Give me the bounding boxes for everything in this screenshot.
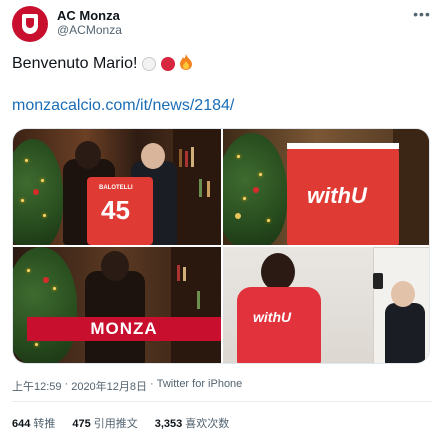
light <box>43 214 46 217</box>
jersey-name-text: BALOTELLI <box>99 185 133 191</box>
player-jersey: withU <box>237 287 321 363</box>
player-head <box>101 251 129 281</box>
quote-count: 475 <box>72 418 91 430</box>
tweet-source[interactable]: Twitter for iPhone <box>157 378 243 394</box>
like-label: 喜欢次数 <box>185 418 230 430</box>
book <box>179 149 182 167</box>
quote-tweets-stat[interactable]: 475 引用推文 <box>72 415 137 431</box>
photo-1[interactable]: BALOTELLI 45 <box>13 129 221 245</box>
light <box>267 219 270 222</box>
fire-emoji-icon <box>179 54 193 73</box>
divider <box>12 401 432 402</box>
light <box>237 155 240 158</box>
book <box>199 179 202 197</box>
jersey-number-text: 45 <box>101 195 130 225</box>
white-circle-emoji-icon <box>142 56 157 71</box>
book <box>183 267 186 281</box>
sponsor-text: withU <box>253 309 292 325</box>
bookshelf <box>173 129 221 245</box>
scarf-text: MONZA <box>90 319 158 338</box>
jersey-45: BALOTELLI 45 <box>87 177 153 245</box>
quote-label: 引用推文 <box>93 418 138 430</box>
photo-4[interactable]: withU <box>223 247 429 363</box>
light <box>41 179 44 182</box>
president-head <box>141 143 165 169</box>
tweet-text-content: Benvenuto Mario! <box>12 54 138 72</box>
light <box>27 269 30 272</box>
collar <box>287 143 399 149</box>
tweet-time[interactable]: 上午12:59 <box>12 378 62 394</box>
tweet-header: AC Monza @ACMonza ••• <box>12 6 432 42</box>
tweet-card: AC Monza @ACMonza ••• Benvenuto Mario! m… <box>0 0 444 443</box>
jersey-withu: withU <box>287 143 399 245</box>
christmas-tree <box>13 247 77 363</box>
like-count: 3,353 <box>154 418 183 430</box>
light <box>35 343 38 346</box>
ornament <box>235 213 241 219</box>
engagement-stats: 644 转推 475 引用推文 3,353 喜欢次数 <box>12 415 246 431</box>
author-names: AC Monza @ACMonza <box>57 8 122 38</box>
book <box>207 181 210 197</box>
likes-stat[interactable]: 3,353 喜欢次数 <box>155 415 230 431</box>
separator: · <box>150 378 154 390</box>
president-figure <box>385 303 425 363</box>
monza-scarf: MONZA <box>27 317 221 341</box>
separator: · <box>64 378 69 390</box>
ornament <box>43 277 49 283</box>
club-crest-icon <box>22 14 38 34</box>
article-link[interactable]: monzacalcio.com/it/news/2184/ <box>12 97 234 115</box>
photo-3[interactable]: MONZA <box>13 247 221 363</box>
light <box>259 173 262 176</box>
handle[interactable]: @ACMonza <box>57 23 122 38</box>
book <box>197 291 200 309</box>
light <box>25 159 28 162</box>
ornament <box>253 187 259 193</box>
retweets-stat[interactable]: 644 转推 <box>12 415 55 431</box>
ornament <box>33 189 39 195</box>
red-circle-emoji-icon <box>161 56 176 71</box>
player-head <box>75 141 101 169</box>
sponsor-text: withU <box>307 183 367 208</box>
avatar[interactable] <box>12 6 48 42</box>
media-grid: BALOTELLI 45 withU MONZA withU <box>12 128 430 364</box>
photo-2[interactable]: withU <box>223 129 429 245</box>
president-head <box>391 281 415 307</box>
tweet-meta: 上午12:59 · 2020年12月8日 · Twitter for iPhon… <box>12 378 242 394</box>
book <box>185 151 188 167</box>
player-head <box>261 253 295 291</box>
book <box>191 147 194 167</box>
retweet-label: 转推 <box>33 418 56 430</box>
display-name[interactable]: AC Monza <box>57 8 122 23</box>
tweet-date[interactable]: 2020年12月8日 <box>71 378 147 394</box>
book <box>177 265 180 281</box>
light <box>53 287 56 290</box>
retweet-count: 644 <box>12 418 31 430</box>
light <box>243 197 246 200</box>
light <box>21 199 24 202</box>
more-options-icon[interactable]: ••• <box>412 7 432 24</box>
tweet-text: Benvenuto Mario! <box>12 54 193 73</box>
phone-icon <box>373 273 383 289</box>
